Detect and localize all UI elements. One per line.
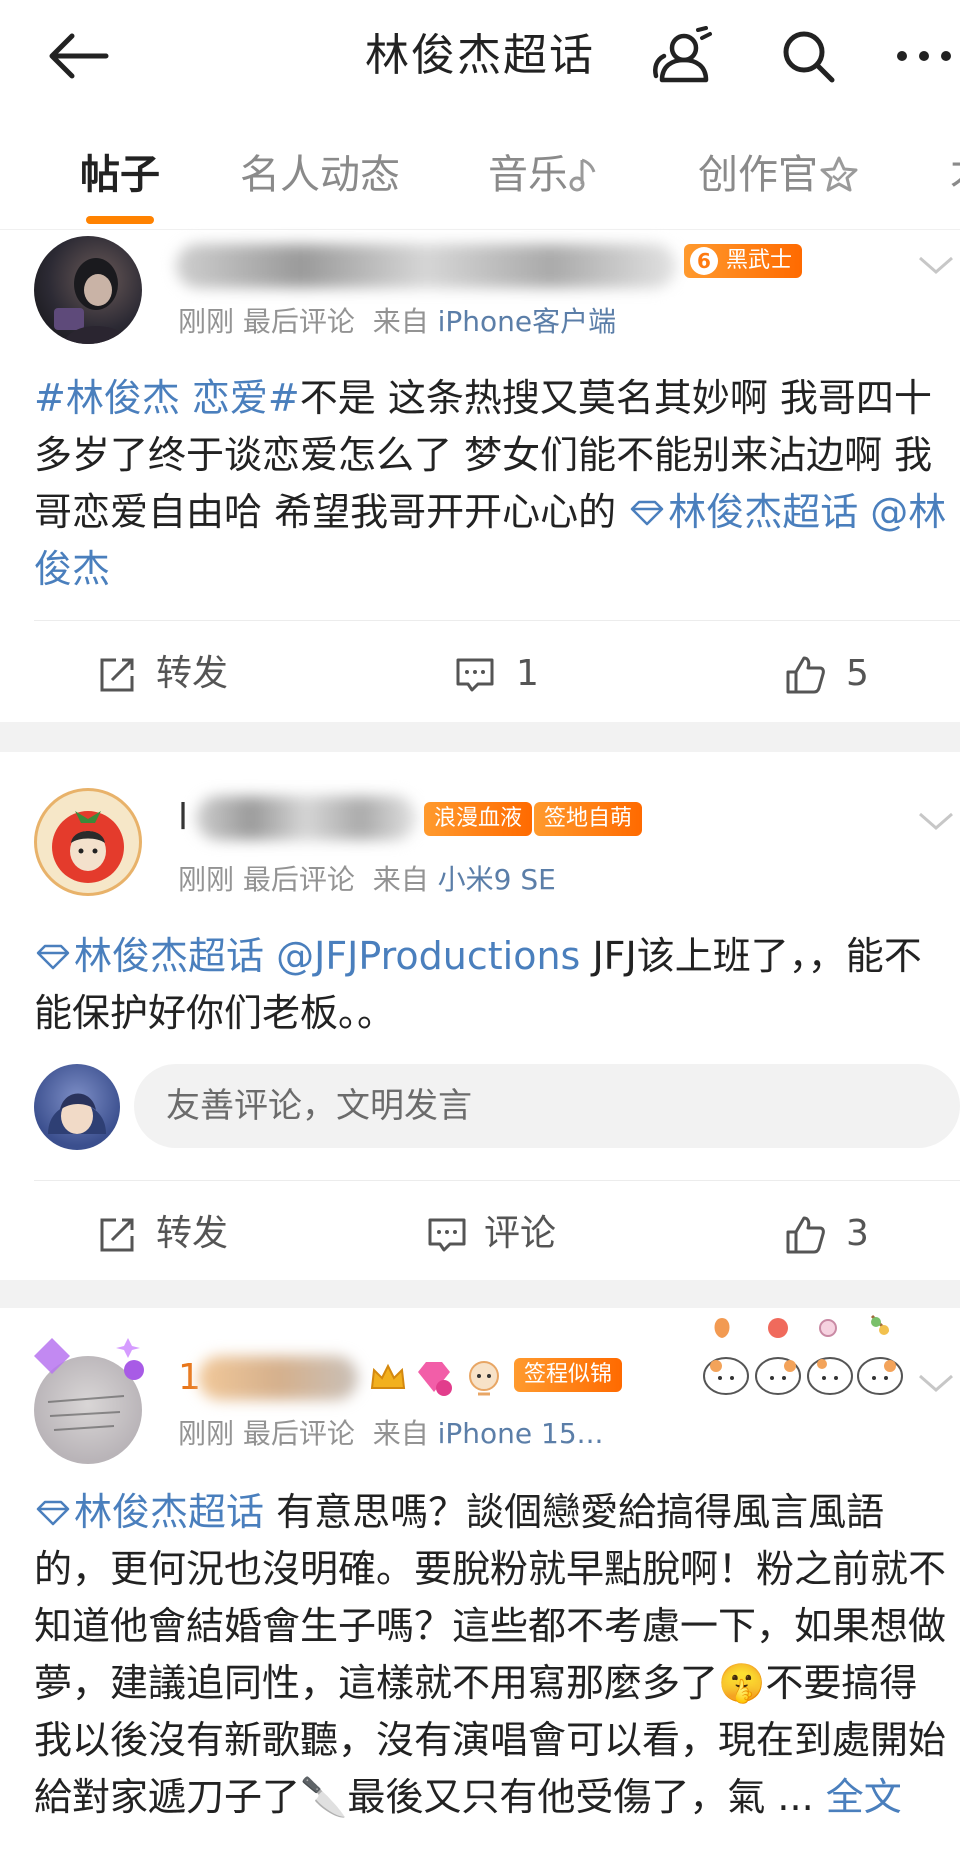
chevron-down-icon[interactable] <box>916 252 956 278</box>
post-source[interactable]: iPhone客户端 <box>438 305 617 338</box>
topic-label: 林俊杰超话 <box>74 934 265 978</box>
post-time: 刚刚 最后评论 <box>178 305 355 338</box>
post-text: #林俊杰 恋爱#不是 这条热搜又莫名其妙啊 我哥四十多岁了终于谈恋爱怎么了 梦女… <box>34 370 954 598</box>
post-meta: 刚刚 最后评论 来自 iPhone客户端 <box>178 302 616 342</box>
post-text: 林俊杰超话 有意思嗎？談個戀愛給搞得風言風語的，更何況也沒明確。要脫粉就早點脫啊… <box>34 1484 954 1867</box>
topic-label: 林俊杰超话 <box>668 490 859 534</box>
post-divider <box>34 620 960 621</box>
comment-label: 评论 <box>484 1213 557 1254</box>
badge-level: 6 <box>690 247 718 275</box>
repost-icon <box>100 1218 134 1252</box>
like-count: 3 <box>846 1213 869 1254</box>
active-tab-indicator <box>86 216 154 224</box>
like-count: 5 <box>846 653 869 694</box>
badge-label: 黑武士 <box>726 248 793 273</box>
tab-creator[interactable]: 创作官 <box>698 140 860 210</box>
topic-link[interactable]: 林俊杰超话 <box>34 934 264 978</box>
post-source[interactable]: iPhone 15... <box>438 1417 604 1450</box>
username-initial[interactable]: l <box>178 796 188 840</box>
tab-overflow[interactable]: 才 <box>950 140 960 210</box>
topic-link[interactable]: 林俊杰超话 <box>34 1490 264 1534</box>
tab-music-label: 音乐 <box>488 152 568 198</box>
post-meta: 刚刚 最后评论 来自 iPhone 15... <box>178 1414 603 1454</box>
post-from: 来自 <box>372 863 429 896</box>
post-from: 来自 <box>372 1417 429 1450</box>
fan-badge: 浪漫血液 <box>424 802 533 836</box>
section-gap <box>0 722 960 752</box>
supertopic-diamond-icon <box>36 944 70 970</box>
post-actions: 转发 1 5 <box>0 634 960 714</box>
chevron-down-icon[interactable] <box>916 808 956 834</box>
tab-music[interactable]: 音乐 <box>488 140 598 210</box>
section-gap <box>0 1280 960 1308</box>
crown-icon <box>370 1363 406 1389</box>
topic-label: 林俊杰超话 <box>74 1490 265 1534</box>
tab-celebrity-news[interactable]: 名人动态 <box>240 140 400 210</box>
fan-level-badge: 6 黑武士 <box>684 244 803 278</box>
fan-badge: 签地自萌 <box>534 802 643 836</box>
members-icon[interactable] <box>650 26 716 86</box>
fan-badge: 签程似锦 <box>514 1358 623 1392</box>
comment-icon <box>428 1218 466 1252</box>
avatar[interactable] <box>34 788 142 896</box>
supertopic-diamond-icon <box>36 1500 70 1526</box>
post-time: 刚刚 最后评论 <box>178 863 355 896</box>
thumbs-up-icon <box>786 1216 825 1254</box>
more-icon[interactable] <box>892 26 960 86</box>
post-time: 刚刚 最后评论 <box>178 1417 355 1450</box>
tab-posts[interactable]: 帖子 <box>80 140 160 210</box>
tab-creator-label: 创作官 <box>698 152 818 198</box>
music-note-icon <box>569 158 596 192</box>
repost-label: 转发 <box>156 653 229 694</box>
post-source[interactable]: 小米9 SE <box>438 863 556 896</box>
avatar[interactable] <box>34 236 142 344</box>
hashtag-link[interactable]: #林俊杰 恋爱# <box>34 376 300 420</box>
expand-full-text-link[interactable]: 全文 <box>826 1775 902 1819</box>
username-blurred[interactable] <box>198 1356 358 1400</box>
repost-button[interactable]: 转发 <box>96 1194 256 1274</box>
my-avatar <box>34 1064 120 1150</box>
post-divider <box>34 1180 960 1181</box>
avatar-image <box>52 811 124 883</box>
username-blurred[interactable] <box>196 796 416 840</box>
repost-label: 转发 <box>156 1213 229 1254</box>
top-bar: 林俊杰超话 <box>0 0 960 112</box>
like-button[interactable]: 3 <box>784 1194 904 1274</box>
post-text: 林俊杰超话 @JFJProductions JFJ该上班了，，能不能保护好你们老… <box>34 928 954 1042</box>
search-icon[interactable] <box>776 26 842 86</box>
comment-button[interactable]: 1 <box>454 634 574 714</box>
post-body: 有意思嗎？談個戀愛給搞得風言風語的，更何況也沒明確。要脫粉就早點脫啊！粉之前就不… <box>34 1490 947 1819</box>
vip-diamond-icon <box>418 1362 452 1396</box>
topic-link[interactable]: 林俊杰超话 <box>628 490 858 534</box>
mascot-badge-icon <box>469 1361 499 1396</box>
like-button[interactable]: 5 <box>784 634 904 714</box>
avatar-image <box>54 258 130 344</box>
chevron-down-icon[interactable] <box>916 1370 956 1396</box>
username-blurred[interactable] <box>176 244 676 288</box>
post-from: 来自 <box>372 305 429 338</box>
repost-icon <box>100 658 134 692</box>
post-actions: 转发 评论 3 <box>0 1194 960 1274</box>
repost-button[interactable]: 转发 <box>96 634 256 714</box>
post-meta: 刚刚 最后评论 来自 小米9 SE <box>178 860 556 900</box>
comment-button[interactable]: 评论 <box>426 1194 606 1274</box>
mention-link[interactable]: @JFJProductions <box>276 934 580 978</box>
cat-stickers-decoration <box>703 1314 903 1395</box>
my-avatar-image <box>48 1093 106 1134</box>
thumbs-up-icon <box>786 656 825 694</box>
comment-count: 1 <box>516 653 539 694</box>
comment-input[interactable]: 友善评论，文明发言 <box>134 1064 960 1148</box>
supertopic-diamond-icon <box>630 500 664 526</box>
ellipsis: ... <box>765 1775 826 1819</box>
comment-icon <box>456 658 494 692</box>
star-icon <box>820 156 858 192</box>
avatar-frame-sparkle-icon <box>34 1338 144 1380</box>
